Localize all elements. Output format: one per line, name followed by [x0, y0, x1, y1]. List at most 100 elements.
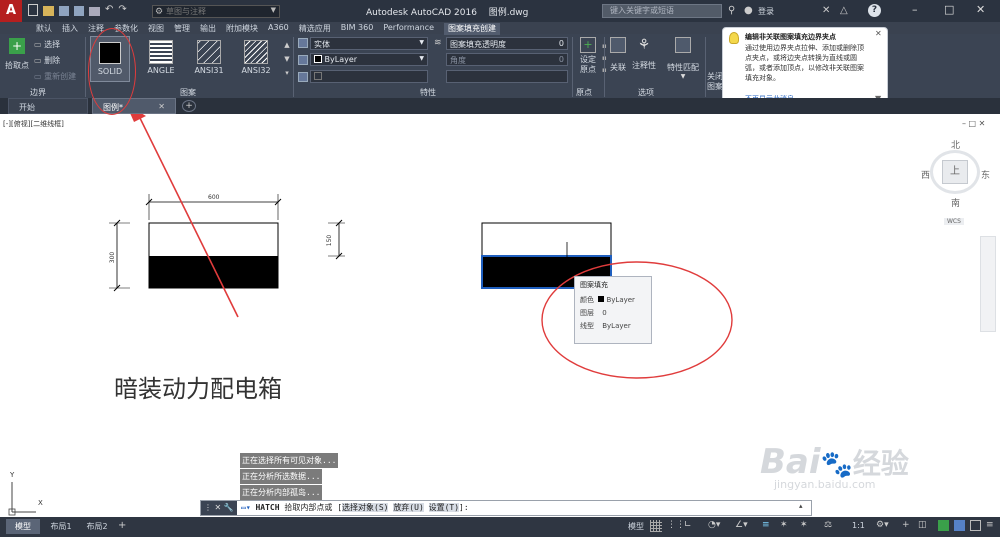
ribbon-tab[interactable]: 图案填充创建 [444, 23, 501, 35]
isolate-icon[interactable] [938, 520, 949, 531]
annotation-monitor-icon[interactable]: + [902, 520, 910, 530]
command-prompt[interactable]: ▭▾ HATCH 拾取内部点或 [选择对象(S) 放弃(U) 设置(T)]: [241, 502, 469, 513]
app-menu-button[interactable]: A [0, 0, 22, 22]
open-icon[interactable] [43, 6, 54, 16]
properties-panel-title[interactable]: 特性 [420, 87, 436, 98]
saveas-icon[interactable] [74, 6, 84, 16]
ortho-icon[interactable]: ∟ [684, 520, 692, 530]
snap-icon[interactable]: ⋮⋮ [667, 520, 685, 530]
model-space-toggle[interactable]: 模型 [628, 521, 644, 532]
undo-icon[interactable]: ↶ [105, 4, 113, 18]
login-button[interactable]: 登录 [758, 6, 774, 17]
boundary-panel-title[interactable]: 边界 [30, 87, 46, 98]
hatch-type-select[interactable]: 实体 ▼ [310, 37, 428, 50]
gallery-scroll-buttons[interactable]: ▲ ▼ ▾ [282, 38, 292, 80]
search-input[interactable]: 键入关键字或短语 [610, 6, 674, 15]
balloon-close-icon[interactable]: ✕ [875, 29, 882, 38]
help-icon[interactable]: ? [868, 4, 881, 17]
match-properties-button[interactable]: 特性匹配 ▼ [664, 37, 702, 80]
navigation-bar[interactable] [980, 236, 996, 332]
exchange-icon[interactable]: ✕ [822, 5, 830, 16]
new-tab-button[interactable]: + [182, 100, 196, 112]
remove-button[interactable]: ▭ 删除 [34, 55, 60, 66]
viewcube-west[interactable]: 西 [921, 168, 930, 181]
command-history-toggle[interactable]: ▴ [799, 502, 803, 510]
wcs-menu[interactable]: WCS [944, 218, 964, 225]
layout-tab-2[interactable]: 布局2 [80, 519, 114, 534]
ribbon-tab[interactable]: BIM 360 [341, 23, 374, 35]
hardware-accel-icon[interactable] [954, 520, 965, 531]
polar-icon[interactable]: ◔▾ [708, 520, 720, 530]
search-box[interactable]: 键入关键字或短语 [602, 4, 722, 18]
new-icon[interactable] [28, 4, 38, 16]
command-line[interactable]: ⋮ ✕ 🔧 ▭▾ HATCH 拾取内部点或 [选择对象(S) 放弃(U) 设置(… [200, 500, 812, 516]
clean-screen-icon[interactable] [970, 520, 981, 531]
transparency-label: 图案填充透明度 [450, 40, 506, 49]
ribbon-tab[interactable]: 视图 [148, 23, 164, 35]
close-icon[interactable]: ✕ [158, 102, 165, 111]
viewcube-top-face[interactable]: 上 [942, 160, 968, 184]
a360-icon[interactable]: △ [840, 5, 848, 16]
annotation-visibility-icon[interactable]: ✶ [780, 520, 788, 530]
tab-start[interactable]: 开始 [8, 98, 88, 114]
origin-panel-title[interactable]: 原点 [576, 87, 592, 98]
pattern-ansi31-button[interactable]: ANSI31 [189, 36, 229, 82]
lineweight-icon[interactable]: ≡ [762, 520, 770, 530]
osnap-icon[interactable]: ∠▾ [735, 520, 748, 530]
hover-value: 0 [602, 309, 607, 317]
set-origin-button[interactable]: + 设定 原点 [576, 37, 600, 81]
select-button[interactable]: ▭ 选择 [34, 39, 60, 50]
remove-label: 删除 [44, 56, 61, 65]
scale-field[interactable] [446, 70, 568, 83]
annotative-button[interactable]: ⚘ 注释性 [631, 37, 657, 71]
pattern-angle-button[interactable]: ANGLE [141, 36, 181, 82]
grid-icon[interactable] [650, 520, 662, 532]
transparency-field[interactable]: 图案填充透明度 0 [446, 37, 568, 50]
wrench-icon[interactable]: 🔧 [224, 503, 234, 512]
ribbon-tab[interactable]: Performance [383, 23, 434, 35]
annotation-scale[interactable]: 1:1 [852, 521, 865, 530]
hover-key: 颜色 [580, 296, 594, 304]
redo-icon[interactable]: ↷ [118, 4, 126, 18]
search-icon[interactable]: ⚲ [728, 5, 735, 16]
pattern-ansi32-button[interactable]: ANSI32 [236, 36, 276, 82]
drawing-canvas[interactable]: [-][俯视][二维线框] – □ ✕ 600 300 150 暗装动力配电箱 … [0, 114, 1000, 517]
ribbon-tab[interactable]: 输出 [200, 23, 216, 35]
pick-point-button[interactable]: + 拾取点 [4, 38, 30, 76]
viewcube[interactable]: 北 西 东 南 上 WCS [918, 136, 994, 228]
angle-field[interactable]: 角度 0 [446, 53, 568, 66]
new-layout-button[interactable]: + [118, 520, 126, 531]
hatch-bgcolor-select[interactable] [310, 70, 428, 83]
associative-button[interactable]: 关联 [607, 37, 629, 73]
viewcube-east[interactable]: 东 [981, 168, 990, 181]
workspace-switch-icon[interactable]: ⚙▾ [876, 520, 889, 530]
viewcube-south[interactable]: 南 [951, 196, 960, 209]
ribbon-tab[interactable]: 插入 [62, 23, 78, 35]
save-icon[interactable] [59, 6, 69, 16]
ribbon-tab[interactable]: 管理 [174, 23, 190, 35]
customize-icon[interactable]: ≡ [986, 520, 994, 530]
workspace-dropdown[interactable]: ⚙ 草图与注释 ▼ [152, 5, 280, 18]
close-button[interactable]: ✕ [976, 3, 985, 16]
option-select-objects[interactable]: 选择对象(S) [342, 503, 389, 512]
options-panel-title[interactable]: 选项 [638, 87, 654, 98]
recreate-button[interactable]: ▭ 重新创建 [34, 71, 76, 82]
option-undo[interactable]: 放弃(U) [393, 503, 424, 512]
ribbon-tab[interactable]: 附加模块 [226, 23, 258, 35]
annotation-scale-icon[interactable]: ⚖ [824, 520, 832, 530]
ribbon-tab[interactable]: 默认 [36, 23, 52, 35]
hover-row: 线型 ByLayer [580, 320, 646, 333]
option-settings[interactable]: 设置(T) [428, 503, 460, 512]
print-icon[interactable] [89, 7, 100, 16]
minimize-button[interactable]: – [912, 3, 918, 16]
annotation-autoscale-icon[interactable]: ✶ [800, 520, 808, 530]
maximize-button[interactable]: □ [944, 3, 954, 16]
ribbon-tab[interactable]: 精选应用 [299, 23, 331, 35]
ribbon-tab[interactable]: A360 [268, 23, 289, 35]
layout-tab-model[interactable]: 模型 [6, 519, 40, 534]
color-icon [298, 55, 308, 65]
command-line-grip[interactable]: ⋮ ✕ 🔧 [201, 501, 237, 515]
hatch-color-select[interactable]: ByLayer ▼ [310, 53, 428, 66]
units-icon[interactable]: ◫ [918, 520, 927, 530]
layout-tab-1[interactable]: 布局1 [44, 519, 78, 534]
